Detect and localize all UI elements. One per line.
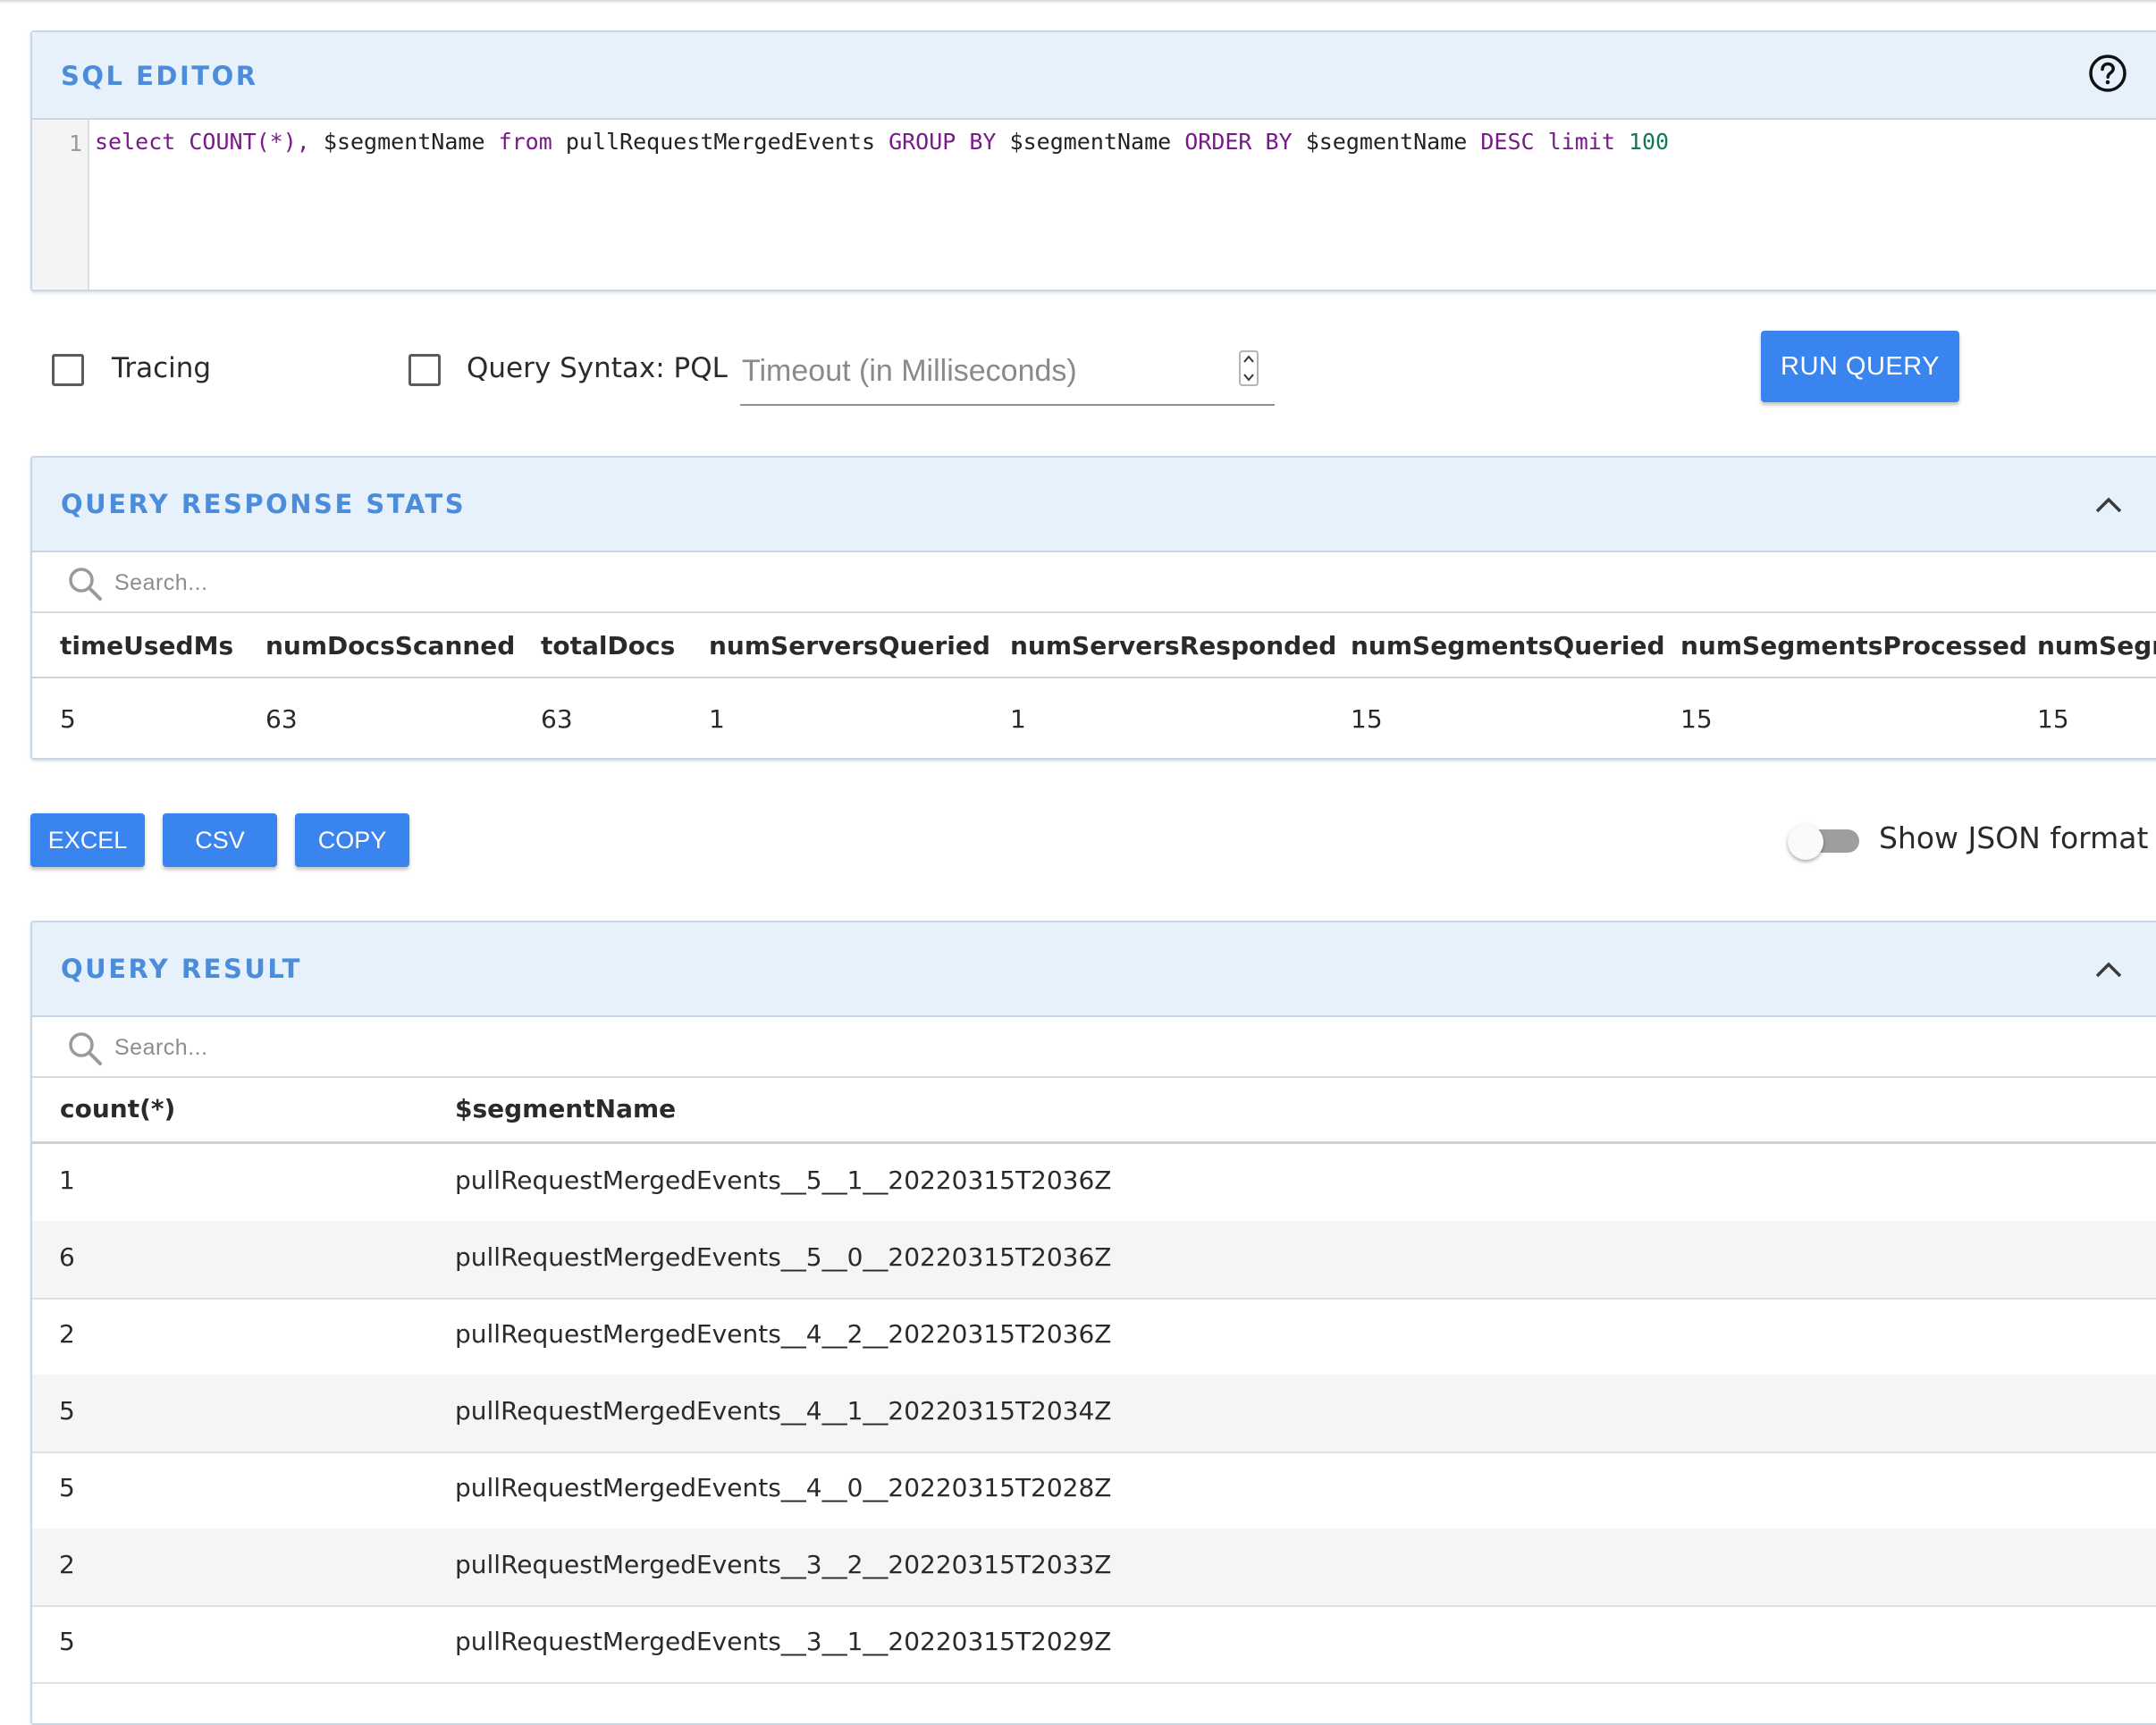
stats-value: 15: [2037, 704, 2069, 734]
count-cell: 5: [59, 1396, 75, 1426]
chevron-up-icon[interactable]: [2093, 960, 2124, 980]
table-row[interactable]: 1 pullRequestMergedEvents__5__1__2022031…: [32, 1144, 2156, 1223]
segment-name-cell: pullRequestMergedEvents__4__2__20220315T…: [455, 1319, 1112, 1349]
count-cell: 2: [59, 1550, 75, 1579]
result-search-bar: [32, 1017, 2156, 1078]
segment-name-cell: pullRequestMergedEvents__3__1__20220315T…: [455, 1627, 1112, 1656]
stats-column-header[interactable]: totalDocs: [541, 631, 675, 661]
sql-function: COUNT(*),: [189, 129, 324, 155]
stats-search-input[interactable]: [113, 563, 653, 602]
table-row[interactable]: 6 pullRequestMergedEvents__5__0__2022031…: [32, 1221, 2156, 1300]
json-toggle-knob[interactable]: [1788, 824, 1823, 860]
stats-value: 5: [60, 704, 76, 734]
sql-editor-title: SQL EDITOR: [61, 61, 258, 91]
stats-value: 63: [541, 704, 573, 734]
table-row[interactable]: 2 pullRequestMergedEvents__3__2__2022031…: [32, 1528, 2156, 1607]
query-response-stats-panel: QUERY RESPONSE STATS timeUsedMs numDocsS…: [30, 456, 2156, 760]
stats-title: QUERY RESPONSE STATS: [61, 489, 467, 519]
sql-keyword: limit: [1534, 129, 1615, 155]
table-row[interactable]: 5 pullRequestMergedEvents__3__1__2022031…: [32, 1605, 2156, 1684]
spinner-arrows-icon[interactable]: [1239, 350, 1259, 386]
query-syntax-label: Query Syntax: PQL: [467, 352, 728, 384]
sql-editor-header: SQL EDITOR: [32, 32, 2156, 120]
sql-keyword: from: [498, 129, 552, 155]
stats-value: 15: [1680, 704, 1713, 734]
count-cell: 5: [59, 1473, 75, 1502]
excel-button[interactable]: EXCEL: [30, 813, 145, 867]
stats-column-header[interactable]: numServersQueried: [709, 631, 990, 661]
stats-header-divider: [32, 677, 2156, 678]
sql-keyword: ORDER BY: [1184, 129, 1293, 155]
line-number: 1: [68, 130, 82, 156]
csv-button[interactable]: CSV: [163, 813, 277, 867]
segment-name-cell: pullRequestMergedEvents__5__1__20220315T…: [455, 1165, 1112, 1195]
timeout-field: [740, 340, 1275, 406]
stats-header[interactable]: QUERY RESPONSE STATS: [32, 458, 2156, 552]
run-query-button[interactable]: RUN QUERY: [1761, 331, 1959, 402]
sql-keyword: GROUP BY: [889, 129, 997, 155]
sql-identifier: $segmentName: [1292, 129, 1481, 155]
stats-column-header[interactable]: numServersResponded: [1010, 631, 1336, 661]
sql-query-input[interactable]: select COUNT(*), $segmentName from pullR…: [95, 129, 1669, 155]
count-cell: 6: [59, 1242, 75, 1272]
count-cell: 2: [59, 1319, 75, 1349]
stats-value: 15: [1351, 704, 1383, 734]
stats-value: 1: [1010, 704, 1026, 734]
stats-column-header[interactable]: numDocsScanned: [265, 631, 515, 661]
json-toggle-label: Show JSON format: [1879, 820, 2149, 855]
stats-column-header[interactable]: numSegm: [2037, 631, 2156, 661]
result-title: QUERY RESULT: [61, 954, 302, 984]
help-circle-icon[interactable]: [2088, 54, 2127, 93]
chevron-up-icon[interactable]: [2093, 495, 2124, 515]
count-cell: 1: [59, 1165, 75, 1195]
timeout-input[interactable]: [740, 345, 1226, 397]
sql-identifier: $segmentName: [323, 129, 499, 155]
stats-column-header[interactable]: timeUsedMs: [60, 631, 233, 661]
top-shadow: [0, 0, 2156, 4]
sql-editor-panel: SQL EDITOR 1 select COUNT(*), $segmentNa…: [30, 30, 2156, 291]
table-row[interactable]: 5 pullRequestMergedEvents__4__1__2022031…: [32, 1375, 2156, 1453]
stats-search-bar: [32, 552, 2156, 613]
stats-column-header[interactable]: numSegmentsQueried: [1351, 631, 1665, 661]
sql-keyword: select: [95, 129, 176, 155]
count-cell: 5: [59, 1627, 75, 1656]
result-search-input[interactable]: [113, 1028, 653, 1067]
result-column-header[interactable]: count(*): [60, 1094, 175, 1123]
table-row[interactable]: 5 pullRequestMergedEvents__4__0__2022031…: [32, 1452, 2156, 1530]
segment-name-cell: pullRequestMergedEvents__4__1__20220315T…: [455, 1396, 1112, 1426]
segment-name-cell: pullRequestMergedEvents__3__2__20220315T…: [455, 1550, 1112, 1579]
tracing-checkbox[interactable]: [52, 354, 84, 386]
copy-button[interactable]: COPY: [295, 813, 409, 867]
search-icon: [69, 1032, 102, 1065]
stats-column-header[interactable]: numSegmentsProcessed: [1680, 631, 2027, 661]
sql-identifier: $segmentName: [996, 129, 1185, 155]
tracing-label: Tracing: [112, 352, 212, 384]
stats-value: 63: [265, 704, 298, 734]
stats-value: 1: [709, 704, 725, 734]
search-icon: [69, 568, 102, 601]
sql-keyword: DESC: [1480, 129, 1535, 155]
query-syntax-checkbox[interactable]: [408, 354, 441, 386]
sql-table-name: pullRequestMergedEvents: [552, 129, 889, 155]
result-column-header[interactable]: $segmentName: [455, 1094, 676, 1123]
segment-name-cell: pullRequestMergedEvents__5__0__20220315T…: [455, 1242, 1112, 1272]
editor-gutter: 1: [32, 120, 89, 290]
result-header[interactable]: QUERY RESULT: [32, 922, 2156, 1017]
query-result-panel: QUERY RESULT count(*) $segmentName 1 pul…: [30, 921, 2156, 1725]
table-row[interactable]: 2 pullRequestMergedEvents__4__2__2022031…: [32, 1298, 2156, 1376]
segment-name-cell: pullRequestMergedEvents__4__0__20220315T…: [455, 1473, 1112, 1502]
sql-number: 100: [1614, 129, 1670, 155]
